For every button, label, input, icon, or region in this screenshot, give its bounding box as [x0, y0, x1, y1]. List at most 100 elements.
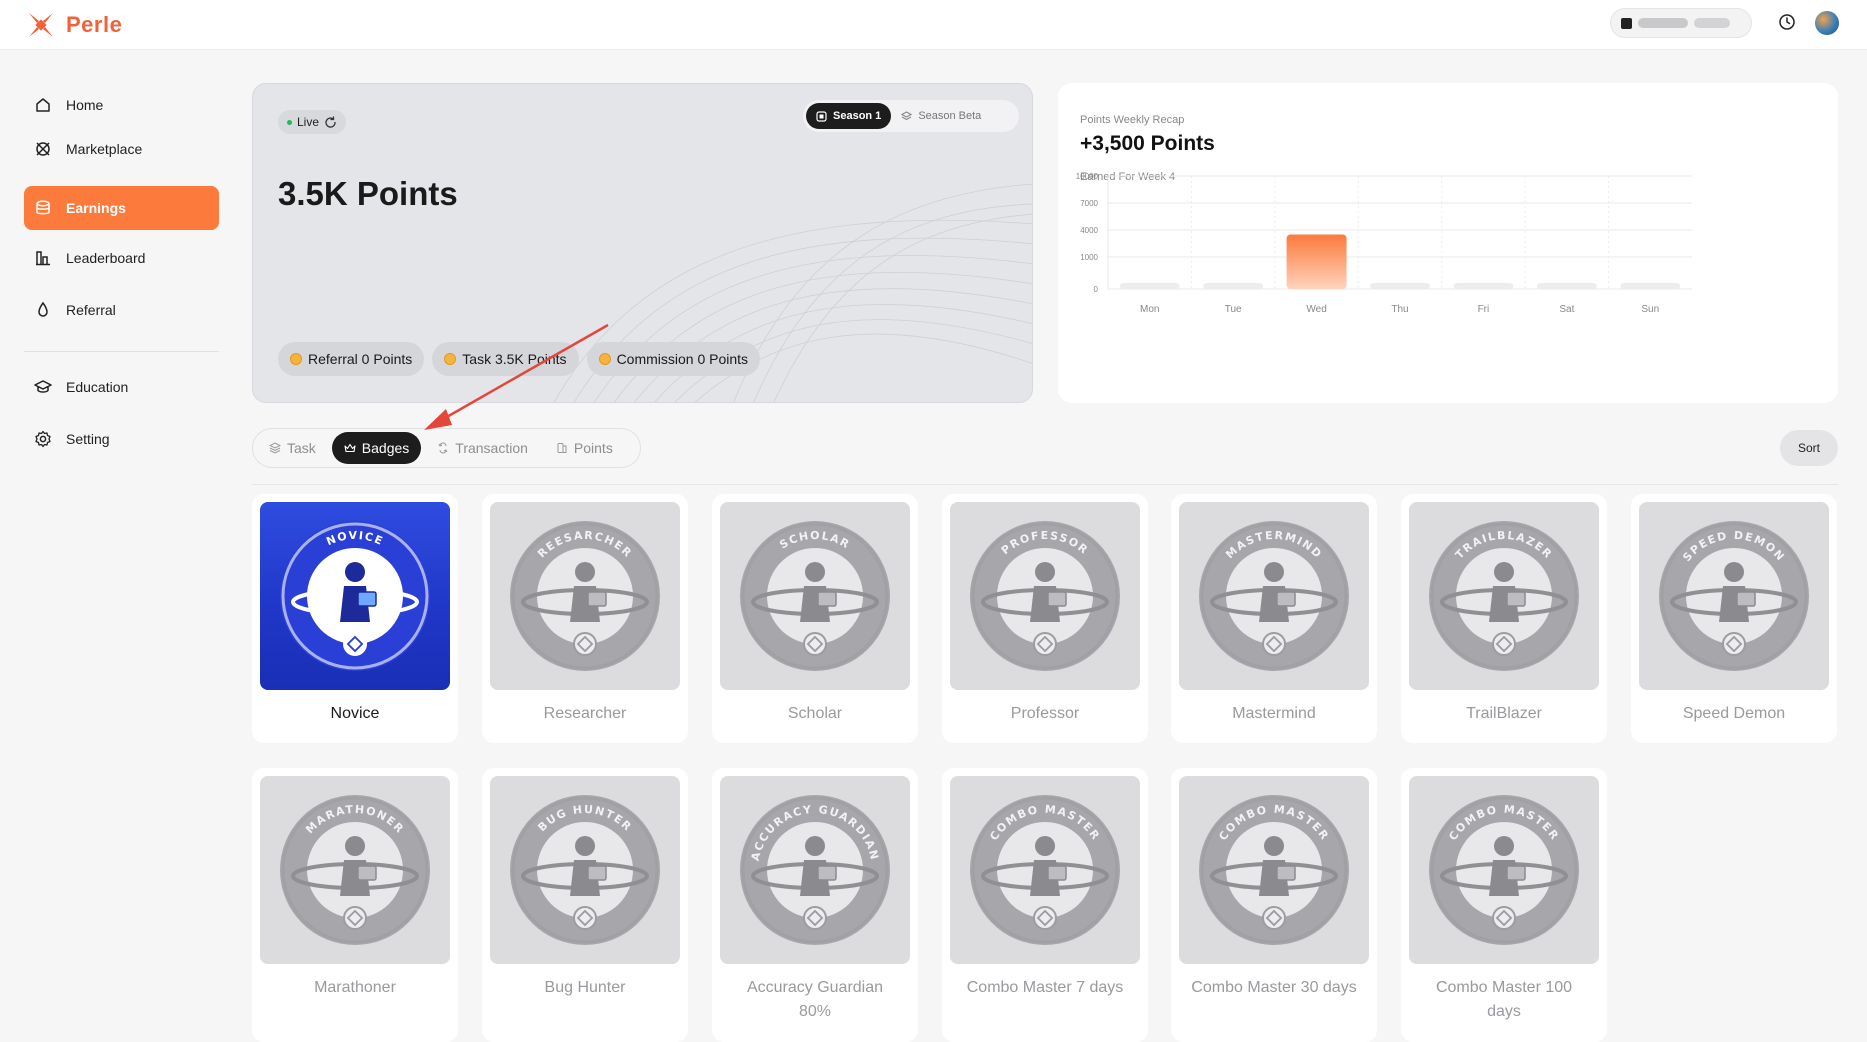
tab-label: Badges — [361, 440, 410, 456]
sidebar-item-label: Marketplace — [66, 141, 143, 157]
badge-image: PROFESSOR — [950, 502, 1140, 690]
education-icon — [34, 380, 52, 393]
sidebar-item-referral[interactable]: Referral — [24, 288, 219, 332]
weekly-recap-card: Points Weekly Recap +3,500 Points Earned… — [1058, 83, 1838, 403]
badge-name: Combo Master 30 days — [1191, 979, 1357, 996]
avatar[interactable] — [1815, 11, 1839, 35]
x-tick-label: Fri — [1478, 304, 1490, 315]
tab-badges[interactable]: Badges — [331, 432, 422, 464]
badge-emblem-icon: TRAILBLAZER — [1429, 521, 1579, 671]
x-tick-label: Wed — [1306, 304, 1326, 315]
tab-label: Transaction — [455, 440, 528, 456]
badge-emblem-icon: ACCURACY GUARDIAN — [740, 795, 890, 945]
live-label: Live — [297, 115, 320, 129]
badge-card[interactable]: ACCURACY GUARDIAN Accuracy Guardian 80% — [712, 768, 918, 1042]
sidebar-item-setting[interactable]: Setting — [24, 417, 219, 461]
badge-image: COMBO MASTER — [1179, 776, 1369, 964]
badge-card[interactable]: TRAILBLAZER TrailBlazer — [1401, 494, 1607, 743]
perle-logo-icon — [29, 13, 53, 37]
content-divider — [252, 484, 1838, 485]
sidebar-item-marketplace[interactable]: Marketplace — [24, 127, 219, 171]
badge-image: SPEED DEMON — [1639, 502, 1829, 690]
y-tick-label: 0 — [1094, 285, 1099, 294]
sidebar-item-label: Referral — [66, 302, 116, 318]
season-icon — [816, 110, 827, 122]
perle-logo[interactable]: Perle — [26, 10, 122, 40]
season-1-button[interactable]: Season 1 — [806, 103, 892, 129]
task-icon — [269, 442, 281, 454]
referral-icon — [38, 301, 48, 317]
sidebar-item-label: Setting — [66, 431, 110, 447]
sidebar: Home Marketplace Earnings Leaderboard Re… — [0, 51, 232, 1042]
sort-button[interactable]: Sort — [1780, 430, 1838, 466]
badge-name: Accuracy Guardian 80% — [746, 979, 884, 1020]
badge-emblem-icon: COMBO MASTER — [1199, 795, 1349, 945]
badge-card[interactable]: SPEED DEMON Speed Demon — [1631, 494, 1837, 743]
crown-icon — [344, 443, 356, 453]
x-tick-label: Mon — [1140, 304, 1159, 315]
badge-card[interactable]: SCHOLAR Scholar — [712, 494, 918, 743]
badge-name: Speed Demon — [1682, 705, 1786, 722]
wallet-address-button[interactable] — [1610, 8, 1752, 38]
clock-icon[interactable] — [1778, 13, 1796, 31]
x-tick-label: Thu — [1391, 304, 1408, 315]
coin-icon — [598, 353, 611, 365]
badge-card[interactable]: PROFESSOR Professor — [942, 494, 1148, 743]
live-indicator[interactable]: Live — [278, 110, 347, 134]
badge-image: MARATHONER — [260, 776, 450, 964]
season-toggle: Season 1 Season Beta — [803, 100, 1019, 132]
sidebar-item-home[interactable]: Home — [24, 83, 219, 127]
badge-emblem-icon: MASTERMIND — [1199, 521, 1349, 671]
refresh-icon[interactable] — [324, 115, 337, 129]
badge-card[interactable]: BUG HUNTER Bug Hunter — [482, 768, 688, 1042]
marketplace-icon — [36, 142, 50, 156]
sidebar-item-label: Education — [66, 379, 129, 395]
badge-name: Novice — [330, 705, 380, 722]
task-points-label: Task 3.5K Points — [462, 351, 567, 367]
season-points-card: Live Season 1 Season Beta 3.5K Points Re… — [252, 83, 1033, 403]
sidebar-item-earnings[interactable]: Earnings — [24, 186, 219, 230]
sidebar-item-label: Leaderboard — [66, 250, 146, 266]
badge-image: COMBO MASTER — [950, 776, 1140, 964]
sidebar-item-education[interactable]: Education — [24, 365, 219, 409]
badge-image: NOVICE — [260, 502, 450, 690]
badge-name: Combo Master 7 days — [966, 979, 1124, 996]
task-points-chip: Task 3.5K Points — [432, 342, 579, 376]
sidebar-item-leaderboard[interactable]: Leaderboard — [24, 236, 219, 280]
badge-card[interactable]: COMBO MASTER Combo Master 7 days — [942, 768, 1148, 1042]
season-beta-button[interactable]: Season Beta — [891, 103, 991, 129]
season-beta-label: Season Beta — [918, 110, 982, 122]
referral-points-label: Referral 0 Points — [308, 351, 413, 367]
x-tick-label: Sat — [1559, 304, 1574, 315]
tab-transaction[interactable]: Transaction — [425, 432, 540, 464]
y-tick-label: 7000 — [1080, 199, 1098, 208]
badge-name: Mastermind — [1232, 705, 1316, 722]
home-icon — [36, 98, 50, 112]
x-tick-label: Sun — [1641, 304, 1659, 315]
tab-task[interactable]: Task — [257, 432, 328, 464]
badge-image: MASTERMIND — [1179, 502, 1369, 690]
bar-mon — [1119, 283, 1180, 289]
coin-icon — [290, 353, 302, 365]
y-tick-label: 4000 — [1080, 226, 1098, 235]
badge-card[interactable]: COMBO MASTER Combo Master 100 days — [1401, 768, 1607, 1042]
bar-tue — [1203, 283, 1264, 289]
sidebar-item-label: Earnings — [66, 200, 126, 216]
badge-card[interactable]: REESARCHER Researcher — [482, 494, 688, 743]
badge-emblem-icon: NOVICE — [280, 521, 430, 671]
badge-card[interactable]: MASTERMIND Mastermind — [1171, 494, 1377, 743]
top-bar: Perle — [0, 0, 1867, 50]
x-tick-label: Tue — [1225, 304, 1242, 315]
badge-card[interactable]: NOVICE Novice — [252, 494, 458, 743]
live-dot — [287, 119, 292, 125]
badge-card[interactable]: COMBO MASTER Combo Master 30 days — [1171, 768, 1377, 1042]
season-1-label: Season 1 — [833, 110, 882, 122]
badge-emblem-icon: REESARCHER — [510, 521, 660, 671]
bar-sat — [1536, 283, 1597, 289]
badge-card[interactable]: MARATHONER Marathoner — [252, 768, 458, 1042]
bar-thu — [1370, 283, 1430, 289]
tab-points[interactable]: Points — [544, 432, 625, 464]
sidebar-divider — [24, 351, 219, 352]
badge-image: COMBO MASTER — [1409, 776, 1599, 964]
points-breakdown: Referral 0 Points Task 3.5K Points Commi… — [278, 342, 761, 376]
